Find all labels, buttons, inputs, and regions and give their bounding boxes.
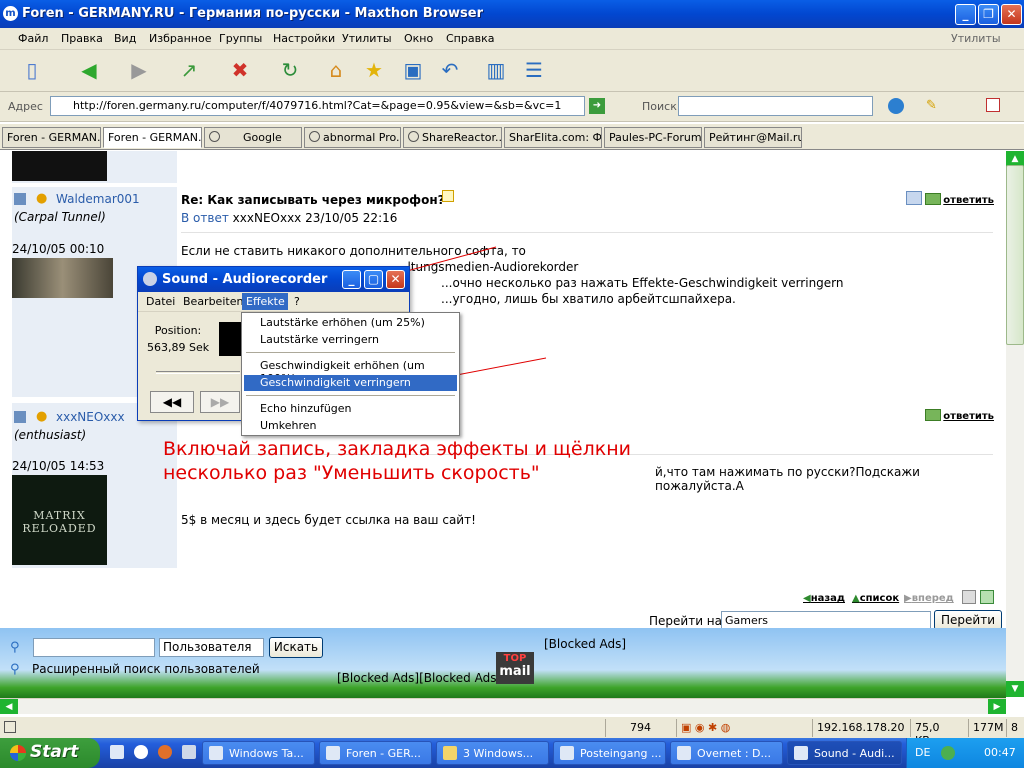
menu-separator [246, 395, 455, 396]
position-label: Position: [154, 324, 202, 337]
quicklaunch-browser-icon[interactable] [158, 745, 172, 759]
scroll-left-icon[interactable]: ◀ [0, 699, 18, 714]
status-ip: 192.168.178.20 [812, 719, 904, 737]
footer-banner: ⚲ Пользователя Искать ⚲ Расширенный поис… [0, 628, 1006, 698]
dialog-minimize-button[interactable]: _ [342, 270, 361, 289]
task-windows[interactable]: Windows Ta... [202, 741, 315, 765]
task-label: Foren - GER... [346, 747, 421, 760]
topmail-bottom: mail [499, 664, 531, 679]
position-display: Position: 563,89 Sek [147, 322, 209, 362]
blocked-ads-2: [Blocked Ads][Blocked Ads] [337, 671, 502, 685]
advanced-search-link[interactable]: Расширенный поиск пользователей [32, 662, 260, 676]
language-indicator[interactable]: DE [915, 746, 930, 759]
position-slider[interactable] [156, 371, 240, 374]
task-icon [794, 746, 808, 760]
scroll-right-icon[interactable]: ▶ [988, 699, 1006, 714]
clock: 00:47 [984, 746, 1016, 759]
menu-item-echo[interactable]: Echo hinzufügen [244, 401, 457, 417]
dialog-menu-edit[interactable]: Bearbeiten [183, 295, 243, 308]
page-status-icon [4, 721, 16, 733]
system-tray: DE 00:47 [906, 738, 1024, 768]
quicklaunch-desktop-icon[interactable] [182, 745, 196, 759]
dialog-menu-bar: Datei Bearbeiten Effekte ? [138, 292, 409, 312]
effects-dropdown-menu: Lautstärke erhöhen (um 25%) Lautstärke v… [241, 312, 460, 436]
dialog-menu-help[interactable]: ? [294, 295, 300, 308]
status-size: 75,0 KB [910, 719, 960, 747]
menu-separator [246, 352, 455, 353]
waveform-display [219, 322, 241, 356]
menu-item-speed-down[interactable]: Geschwindigkeit verringern [244, 375, 457, 391]
dialog-menu-file[interactable]: Datei [146, 295, 175, 308]
folder-icon [443, 746, 457, 760]
fast-forward-button[interactable]: ▶▶ [200, 391, 240, 413]
rewind-button[interactable]: ◀◀ [150, 391, 194, 413]
speaker-icon [143, 272, 157, 286]
task-icon [560, 746, 574, 760]
audiorecorder-titlebar: Sound - Audiorecorder _ ▢ ✕ [138, 267, 409, 292]
task-icon [677, 746, 691, 760]
status-bar: 794 ▣ ◉ ✱ ◍ 192.168.178.20 75,0 KB 177M … [0, 716, 1024, 747]
quicklaunch-maxthon-icon[interactable] [134, 745, 148, 759]
dialog-maximize-button[interactable]: ▢ [364, 270, 383, 289]
menu-item-volume-down[interactable]: Lautstärke verringern [244, 332, 457, 348]
dialog-menu-effects[interactable]: Effekte [242, 293, 288, 310]
task-overnet[interactable]: Overnet : D... [670, 741, 783, 765]
scroll-thumb[interactable] [1006, 165, 1024, 345]
task-icon [209, 746, 223, 760]
task-label: Overnet : D... [697, 747, 771, 760]
task-foren[interactable]: Foren - GER... [319, 741, 432, 765]
start-label: Start [30, 742, 79, 762]
user-search-button[interactable]: Искать [269, 637, 323, 658]
status-mem: 177M [968, 719, 1004, 737]
dialog-title: Sound - Audiorecorder [162, 272, 328, 287]
position-value: 563,89 Sek [147, 341, 209, 354]
task-label: Posteingang ... [580, 747, 662, 760]
topmail-logo[interactable]: TOP mail [496, 652, 534, 684]
horizontal-scrollbar[interactable]: ◀ ▶ [0, 698, 1006, 714]
menu-item-reverse[interactable]: Umkehren [244, 418, 457, 434]
status-icons[interactable]: ▣ ◉ ✱ ◍ [676, 719, 764, 737]
dialog-close-button[interactable]: ✕ [386, 270, 405, 289]
task-explorer-group[interactable]: 3 Windows... [436, 741, 549, 765]
task-label: Sound - Audi... [814, 747, 895, 760]
user-search-input[interactable] [33, 638, 155, 657]
search-icon: ⚲ [10, 640, 20, 655]
status-count: 794 [605, 719, 653, 737]
task-label: 3 Windows... [463, 747, 534, 760]
quicklaunch-ie-icon[interactable] [110, 745, 124, 759]
task-audiorecorder[interactable]: Sound - Audi... [787, 741, 902, 765]
tray-security-icon[interactable] [941, 746, 955, 760]
windows-logo-icon [10, 745, 26, 761]
user-search-select[interactable]: Пользователя [159, 638, 264, 657]
task-inbox[interactable]: Posteingang ... [553, 741, 666, 765]
scroll-down-icon[interactable]: ▼ [1006, 681, 1024, 697]
menu-item-volume-up[interactable]: Lautstärke erhöhen (um 25%) [244, 315, 457, 331]
search-icon: ⚲ [10, 662, 20, 677]
status-num: 8 [1006, 719, 1024, 737]
task-label: Windows Ta... [229, 747, 304, 760]
blocked-ads-1: [Blocked Ads] [544, 637, 627, 651]
task-icon [326, 746, 340, 760]
menu-item-speed-up[interactable]: Geschwindigkeit erhöhen (um 100%) [244, 358, 457, 385]
